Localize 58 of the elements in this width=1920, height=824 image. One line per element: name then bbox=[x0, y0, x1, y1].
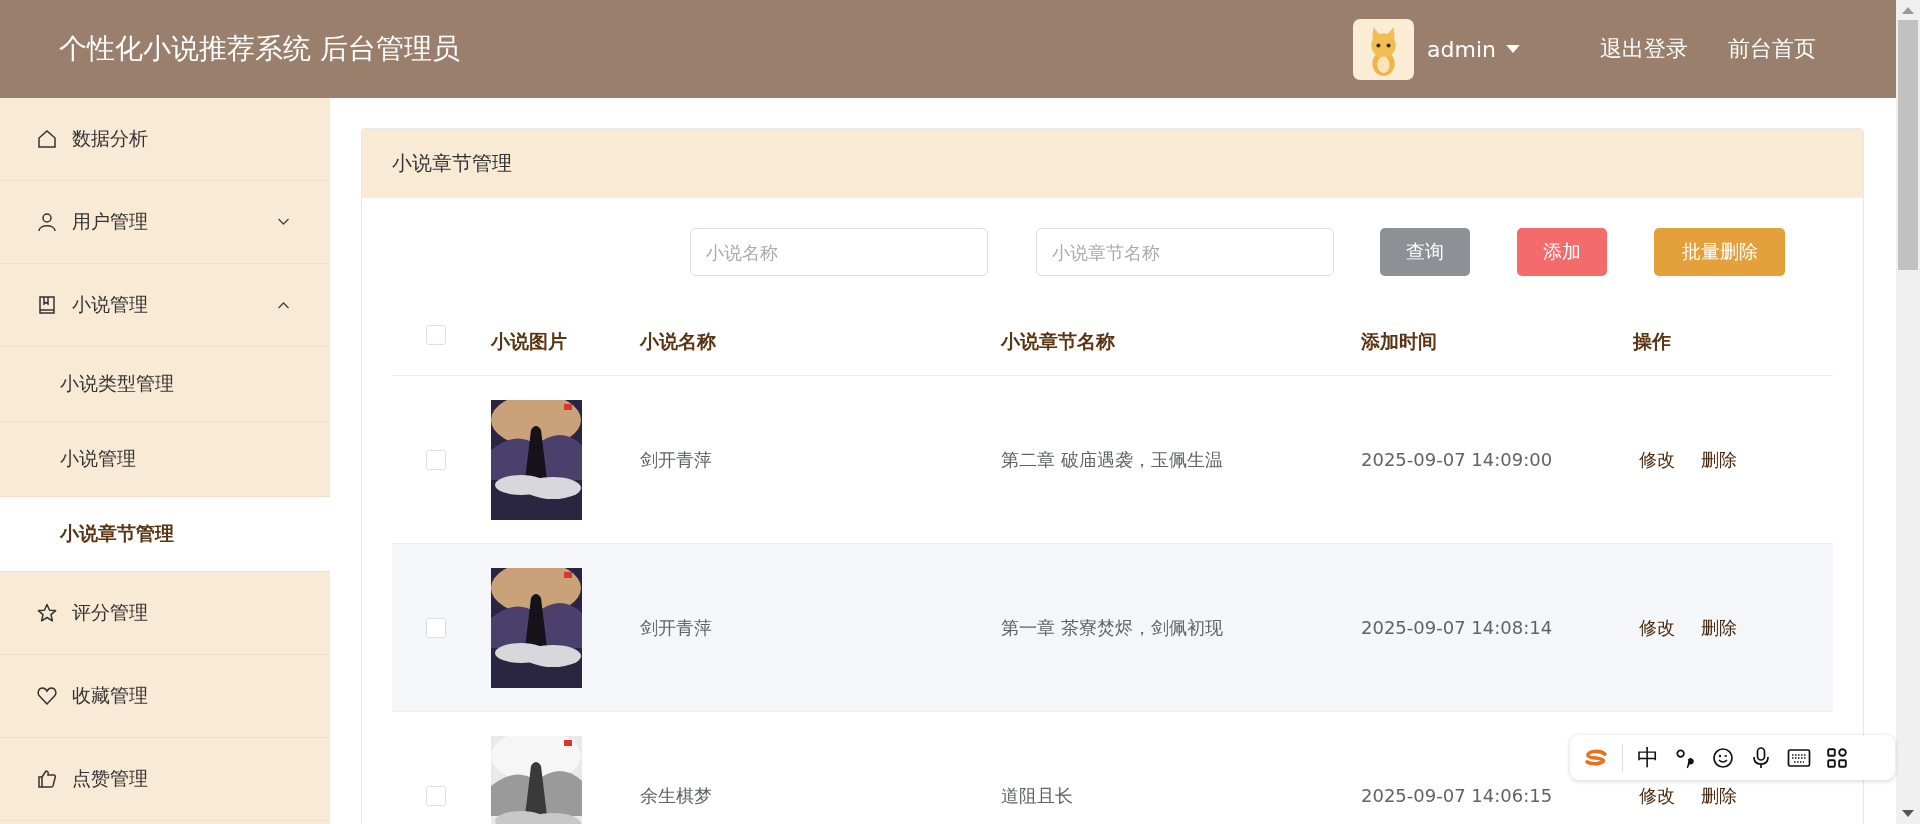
user-menu[interactable]: admin bbox=[1427, 36, 1496, 62]
home-icon bbox=[37, 129, 57, 149]
added-time: 2025-09-07 14:08:14 bbox=[1361, 617, 1553, 638]
novel-name: 剑开青萍 bbox=[640, 615, 712, 640]
heart-icon bbox=[37, 686, 57, 706]
card-title: 小说章节管理 bbox=[392, 149, 512, 177]
row-action-link[interactable]: 删除 bbox=[1701, 783, 1737, 808]
scrollbar[interactable] bbox=[1896, 0, 1920, 824]
search-field[interactable]: 小说章节名称 bbox=[1036, 228, 1334, 276]
column-header: 小说名称 bbox=[640, 329, 716, 352]
user-icon bbox=[37, 212, 57, 232]
select-all-checkbox[interactable] bbox=[426, 324, 446, 345]
sidebar-item[interactable]: 小说管理 bbox=[0, 264, 330, 347]
chevron-down-icon bbox=[277, 218, 290, 226]
scroll-thumb[interactable] bbox=[1898, 20, 1918, 270]
chapter-name: 道阻且长 bbox=[1001, 783, 1073, 808]
grid-icon[interactable] bbox=[1825, 746, 1849, 769]
novel-name: 剑开青萍 bbox=[640, 447, 712, 472]
row-action-link[interactable]: 修改 bbox=[1639, 783, 1675, 808]
cat-avatar-icon[interactable] bbox=[1353, 18, 1415, 80]
sidebar-item[interactable]: 收藏管理 bbox=[0, 655, 330, 738]
sidebar-item[interactable]: 用户管理 bbox=[0, 181, 330, 264]
added-time: 2025-09-07 14:09:00 bbox=[1361, 449, 1553, 470]
emoji-icon[interactable] bbox=[1711, 746, 1735, 769]
header-link[interactable]: 退出登录 bbox=[1600, 34, 1688, 64]
row-action-link[interactable]: 删除 bbox=[1701, 615, 1737, 640]
column-header: 操作 bbox=[1633, 329, 1671, 352]
star-icon bbox=[37, 603, 57, 623]
sidebar-item[interactable]: 数据分析 bbox=[0, 98, 330, 181]
row-checkbox[interactable] bbox=[426, 449, 446, 470]
novel-name: 余生棋梦 bbox=[640, 783, 712, 808]
column-header: 添加时间 bbox=[1361, 329, 1437, 352]
column-header: 小说图片 bbox=[491, 329, 567, 352]
row-checkbox[interactable] bbox=[426, 617, 446, 638]
header-link[interactable]: 前台首页 bbox=[1728, 34, 1816, 64]
keyboard-icon[interactable] bbox=[1787, 746, 1811, 769]
scroll-down-icon[interactable] bbox=[1902, 810, 1914, 818]
row-action-link[interactable]: 修改 bbox=[1639, 615, 1675, 640]
thumbs-up-icon bbox=[37, 769, 57, 789]
search-field[interactable]: 小说名称 bbox=[690, 228, 988, 276]
sidebar-subitem[interactable]: 小说类型管理 bbox=[0, 347, 330, 422]
punctuation-icon[interactable] bbox=[1673, 746, 1697, 769]
book-icon bbox=[37, 295, 57, 315]
row-action-link[interactable]: 删除 bbox=[1701, 447, 1737, 472]
app-title: 个性化小说推荐系统 后台管理员 bbox=[59, 31, 460, 67]
scroll-up-icon[interactable] bbox=[1902, 6, 1914, 14]
caret-icon[interactable] bbox=[1506, 44, 1520, 54]
row-action-link[interactable]: 修改 bbox=[1639, 447, 1675, 472]
chapter-name: 第二章 破庙遇袭，玉佩生温 bbox=[1001, 447, 1223, 472]
sidebar-subitem[interactable]: 小说章节管理 bbox=[0, 497, 330, 572]
chevron-up-icon bbox=[277, 301, 290, 309]
sidebar-item[interactable]: 评分管理 bbox=[0, 572, 330, 655]
added-time: 2025-09-07 14:06:15 bbox=[1361, 785, 1553, 806]
input-mode-toggle[interactable]: 中 bbox=[1637, 742, 1659, 773]
column-header: 小说章节名称 bbox=[1001, 329, 1115, 352]
chapter-name: 第一章 茶寮焚烬，剑佩初现 bbox=[1001, 615, 1223, 640]
sidebar-item[interactable]: 点赞管理 bbox=[0, 738, 330, 821]
row-checkbox[interactable] bbox=[426, 785, 446, 806]
